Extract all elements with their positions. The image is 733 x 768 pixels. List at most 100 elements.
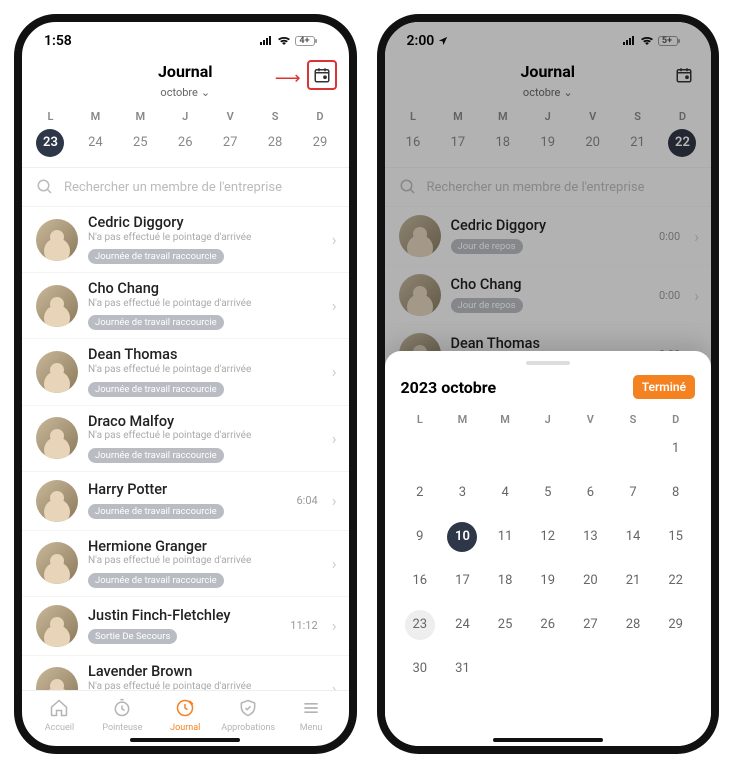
calendar-day[interactable]: 13: [569, 520, 612, 554]
calendar-day[interactable]: 25: [484, 608, 527, 642]
avatar: [399, 215, 441, 257]
week-day[interactable]: L16: [391, 110, 436, 157]
chevron-right-icon: ›: [332, 230, 337, 249]
member-sub: N'a pas effectué le pointage d'arrivée: [88, 232, 322, 245]
list-item[interactable]: Draco MalfoyN'a pas effectué le pointage…: [22, 406, 349, 472]
calendar-day[interactable]: 10: [441, 520, 484, 554]
calendar-day[interactable]: 11: [484, 520, 527, 554]
calendar-day[interactable]: 30: [399, 652, 442, 686]
calendar-day[interactable]: 12: [526, 520, 569, 554]
calendar-day[interactable]: 1: [654, 432, 697, 466]
list-item[interactable]: Cedric DiggoryN'a pas effectué le pointa…: [22, 207, 349, 273]
calendar-day[interactable]: 27: [569, 608, 612, 642]
status-badge: Journée de travail raccourcie: [88, 315, 224, 330]
tab-accueil[interactable]: Accueil: [28, 698, 91, 733]
calendar-day[interactable]: 23: [399, 608, 442, 642]
dow-label: D: [654, 413, 697, 426]
calendar-day[interactable]: 24: [441, 608, 484, 642]
week-day[interactable]: S21: [615, 110, 660, 157]
sheet-handle[interactable]: [526, 361, 570, 365]
sheet-title: 2023 octobre: [401, 378, 497, 397]
list-item[interactable]: Lavender BrownN'a pas effectué le pointa…: [22, 656, 349, 690]
search-row[interactable]: Rechercher un membre de l'entreprise: [22, 168, 349, 207]
list-item[interactable]: Dean ThomasN'a pas effectué le pointage …: [22, 339, 349, 405]
week-day[interactable]: M25: [118, 110, 163, 157]
calendar-day[interactable]: 6: [569, 476, 612, 510]
list-item[interactable]: Hermione GrangerN'a pas effectué le poin…: [22, 531, 349, 597]
avatar: [36, 285, 78, 327]
search-row[interactable]: Rechercher un membre de l'entreprise: [385, 168, 712, 207]
calendar-day[interactable]: 9: [399, 520, 442, 554]
status-bar: 1:58 4+: [22, 22, 349, 60]
time-value: 0:00: [659, 230, 680, 243]
tab-journal[interactable]: Journal: [154, 698, 217, 733]
avatar: [399, 274, 441, 316]
week-day[interactable]: J19: [525, 110, 570, 157]
calendar-day[interactable]: 29: [654, 608, 697, 642]
calendar-day[interactable]: 7: [612, 476, 655, 510]
month-calendar[interactable]: LMMJVSD 12345678910111213141516171819202…: [399, 413, 698, 686]
calendar-day[interactable]: 4: [484, 476, 527, 510]
list-item[interactable]: Cho ChangN'a pas effectué le pointage d'…: [22, 273, 349, 339]
calendar-day[interactable]: 2: [399, 476, 442, 510]
week-day[interactable]: D29: [298, 110, 343, 157]
calendar-button[interactable]: [669, 60, 699, 90]
tab-menu[interactable]: Menu: [280, 698, 343, 733]
week-strip[interactable]: L23M24M25J26V27S28D29: [22, 106, 349, 168]
done-button[interactable]: Terminé: [633, 375, 695, 399]
avatar: [36, 417, 78, 459]
month-selector[interactable]: octobre ⌄: [523, 86, 573, 99]
list-item[interactable]: Cho ChangJour de repos0:00›: [385, 266, 712, 325]
calendar-day[interactable]: 15: [654, 520, 697, 554]
week-day[interactable]: V20: [570, 110, 615, 157]
dow-label: V: [569, 413, 612, 426]
list-item[interactable]: Justin Finch-FletchleySortie De Secours1…: [22, 597, 349, 656]
member-sub: N'a pas effectué le pointage d'arrivée: [88, 681, 322, 690]
member-name: Cho Chang: [451, 277, 649, 294]
calendar-day[interactable]: 18: [484, 564, 527, 598]
week-day[interactable]: J26: [163, 110, 208, 157]
list-item[interactable]: Harry PotterJournée de travail raccourci…: [22, 472, 349, 531]
week-strip[interactable]: L16M17M18J19V20S21D22: [385, 106, 712, 168]
week-day[interactable]: M18: [480, 110, 525, 157]
calendar-day[interactable]: 8: [654, 476, 697, 510]
calendar-day[interactable]: 17: [441, 564, 484, 598]
tab-approbations[interactable]: Approbations: [217, 698, 280, 733]
calendar-day[interactable]: 31: [441, 652, 484, 686]
calendar-day[interactable]: 26: [526, 608, 569, 642]
chevron-down-icon: ⌄: [201, 86, 210, 99]
tab-icon: [49, 698, 69, 721]
month-selector[interactable]: octobre ⌄: [160, 86, 210, 99]
search-placeholder: Rechercher un membre de l'entreprise: [427, 180, 645, 195]
week-day[interactable]: D22: [660, 110, 705, 157]
page-title: Journal: [385, 62, 712, 81]
calendar-day[interactable]: 3: [441, 476, 484, 510]
calendar-day[interactable]: 5: [526, 476, 569, 510]
member-name: Harry Potter: [88, 482, 286, 499]
header: Journal octobre ⌄ ⟶: [22, 60, 349, 106]
calendar-button[interactable]: [307, 60, 337, 90]
week-day[interactable]: S28: [253, 110, 298, 157]
header: Journal octobre ⌄: [385, 60, 712, 106]
calendar-day[interactable]: 16: [399, 564, 442, 598]
status-badge: Journée de travail raccourcie: [88, 249, 224, 264]
member-list[interactable]: Cedric DiggoryN'a pas effectué le pointa…: [22, 207, 349, 690]
week-day[interactable]: L23: [28, 110, 73, 157]
week-day[interactable]: V27: [208, 110, 253, 157]
calendar-day[interactable]: 14: [612, 520, 655, 554]
dow-label: J: [526, 413, 569, 426]
tab-pointeuse[interactable]: Pointeuse: [91, 698, 154, 733]
list-item[interactable]: Cedric DiggoryJour de repos0:00›: [385, 207, 712, 266]
search-placeholder: Rechercher un membre de l'entreprise: [64, 180, 282, 195]
status-badge: Journée de travail raccourcie: [88, 448, 224, 463]
calendar-day[interactable]: 22: [654, 564, 697, 598]
status-badge: Jour de repos: [451, 239, 523, 254]
week-day[interactable]: M24: [73, 110, 118, 157]
member-sub: N'a pas effectué le pointage d'arrivée: [88, 298, 322, 311]
calendar-day[interactable]: 20: [569, 564, 612, 598]
calendar-day[interactable]: 28: [612, 608, 655, 642]
member-name: Cho Chang: [88, 281, 322, 298]
week-day[interactable]: M17: [435, 110, 480, 157]
calendar-day[interactable]: 19: [526, 564, 569, 598]
calendar-day[interactable]: 21: [612, 564, 655, 598]
